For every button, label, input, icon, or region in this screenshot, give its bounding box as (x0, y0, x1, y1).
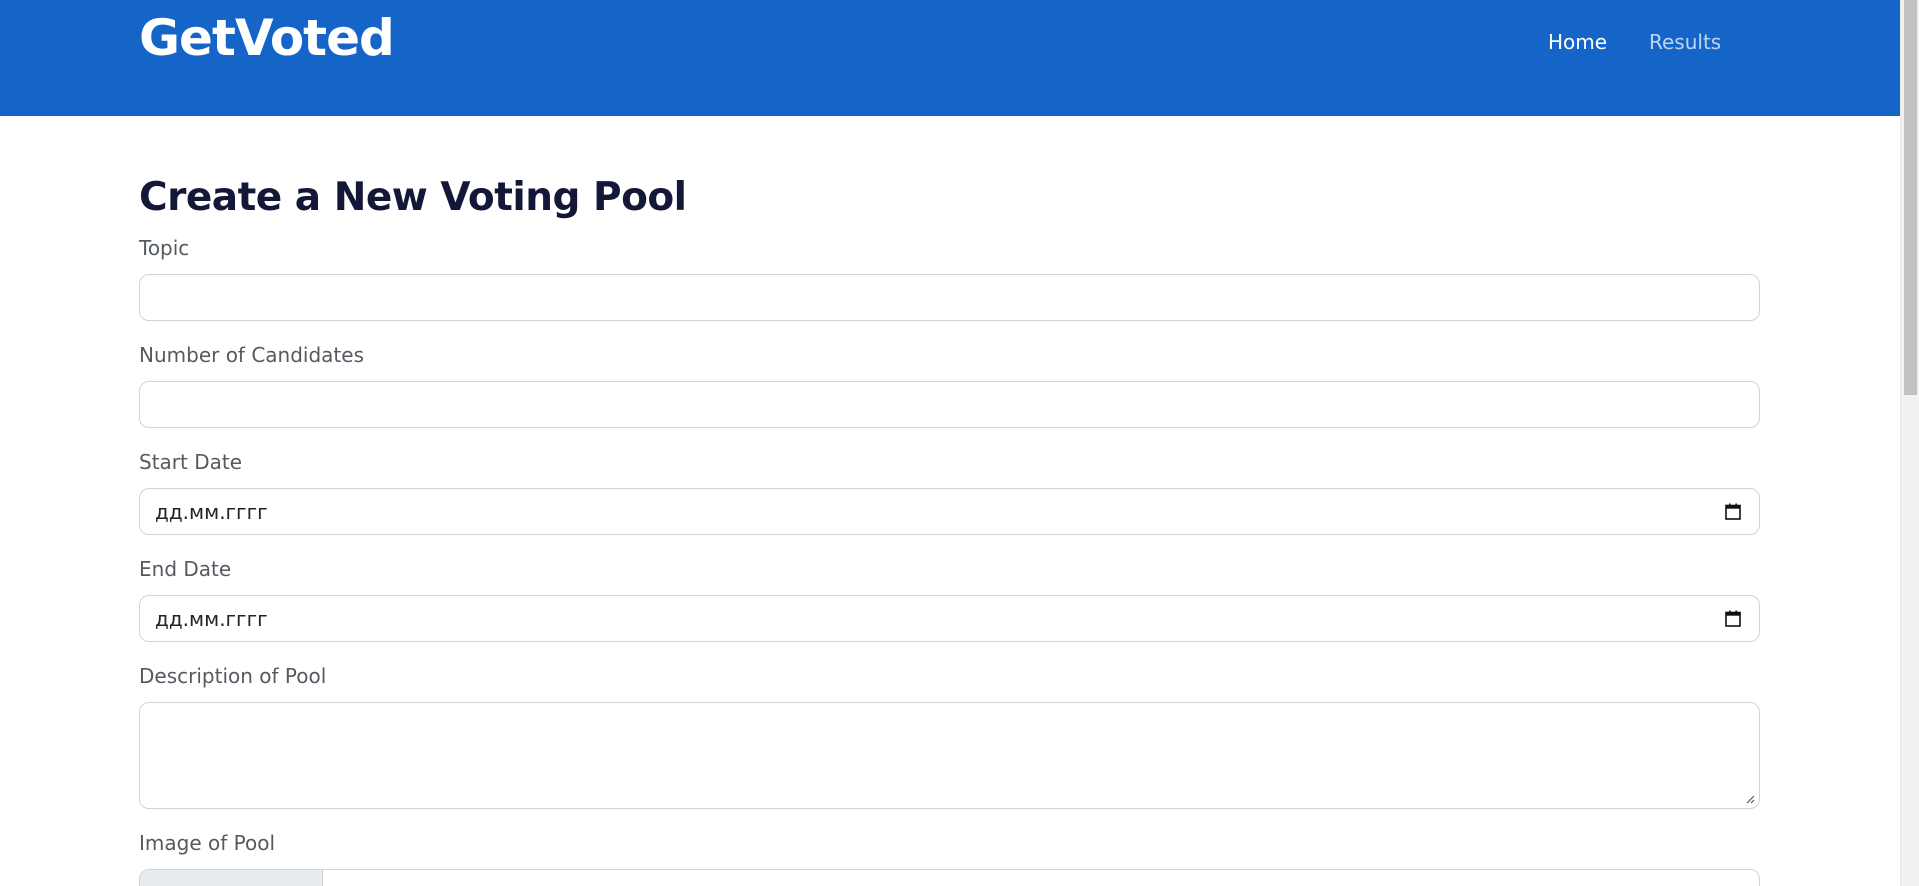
topic-input[interactable] (139, 274, 1760, 321)
navbar: GetVoted Home Results (0, 0, 1900, 116)
start-date-placeholder: дд.мм.гггг (155, 500, 268, 524)
start-date-input[interactable]: дд.мм.гггг (139, 488, 1760, 535)
page: GetVoted Home Results Create a New Votin… (0, 0, 1919, 886)
scrollbar-thumb[interactable] (1904, 0, 1917, 395)
end-date-input[interactable]: дд.мм.гггг (139, 595, 1760, 642)
nav-link-results[interactable]: Results (1649, 30, 1721, 54)
page-title: Create a New Voting Pool (139, 175, 687, 220)
image-label: Image of Pool (139, 831, 276, 855)
description-textarea[interactable] (139, 702, 1760, 809)
description-label: Description of Pool (139, 664, 327, 688)
end-date-placeholder: дд.мм.гггг (155, 607, 268, 631)
scrollbar[interactable] (1900, 0, 1919, 886)
calendar-icon[interactable] (1725, 610, 1741, 627)
resize-grip-icon[interactable] (1745, 794, 1755, 804)
brand-logo[interactable]: GetVoted (139, 8, 395, 68)
topic-label: Topic (139, 236, 190, 260)
start-date-label: Start Date (139, 450, 243, 474)
image-file-input[interactable] (139, 869, 1760, 886)
calendar-icon[interactable] (1725, 503, 1741, 520)
nav-link-home[interactable]: Home (1548, 30, 1607, 54)
candidates-input[interactable] (139, 381, 1760, 428)
end-date-label: End Date (139, 557, 232, 581)
candidates-label: Number of Candidates (139, 343, 364, 367)
choose-file-button[interactable] (140, 870, 323, 886)
